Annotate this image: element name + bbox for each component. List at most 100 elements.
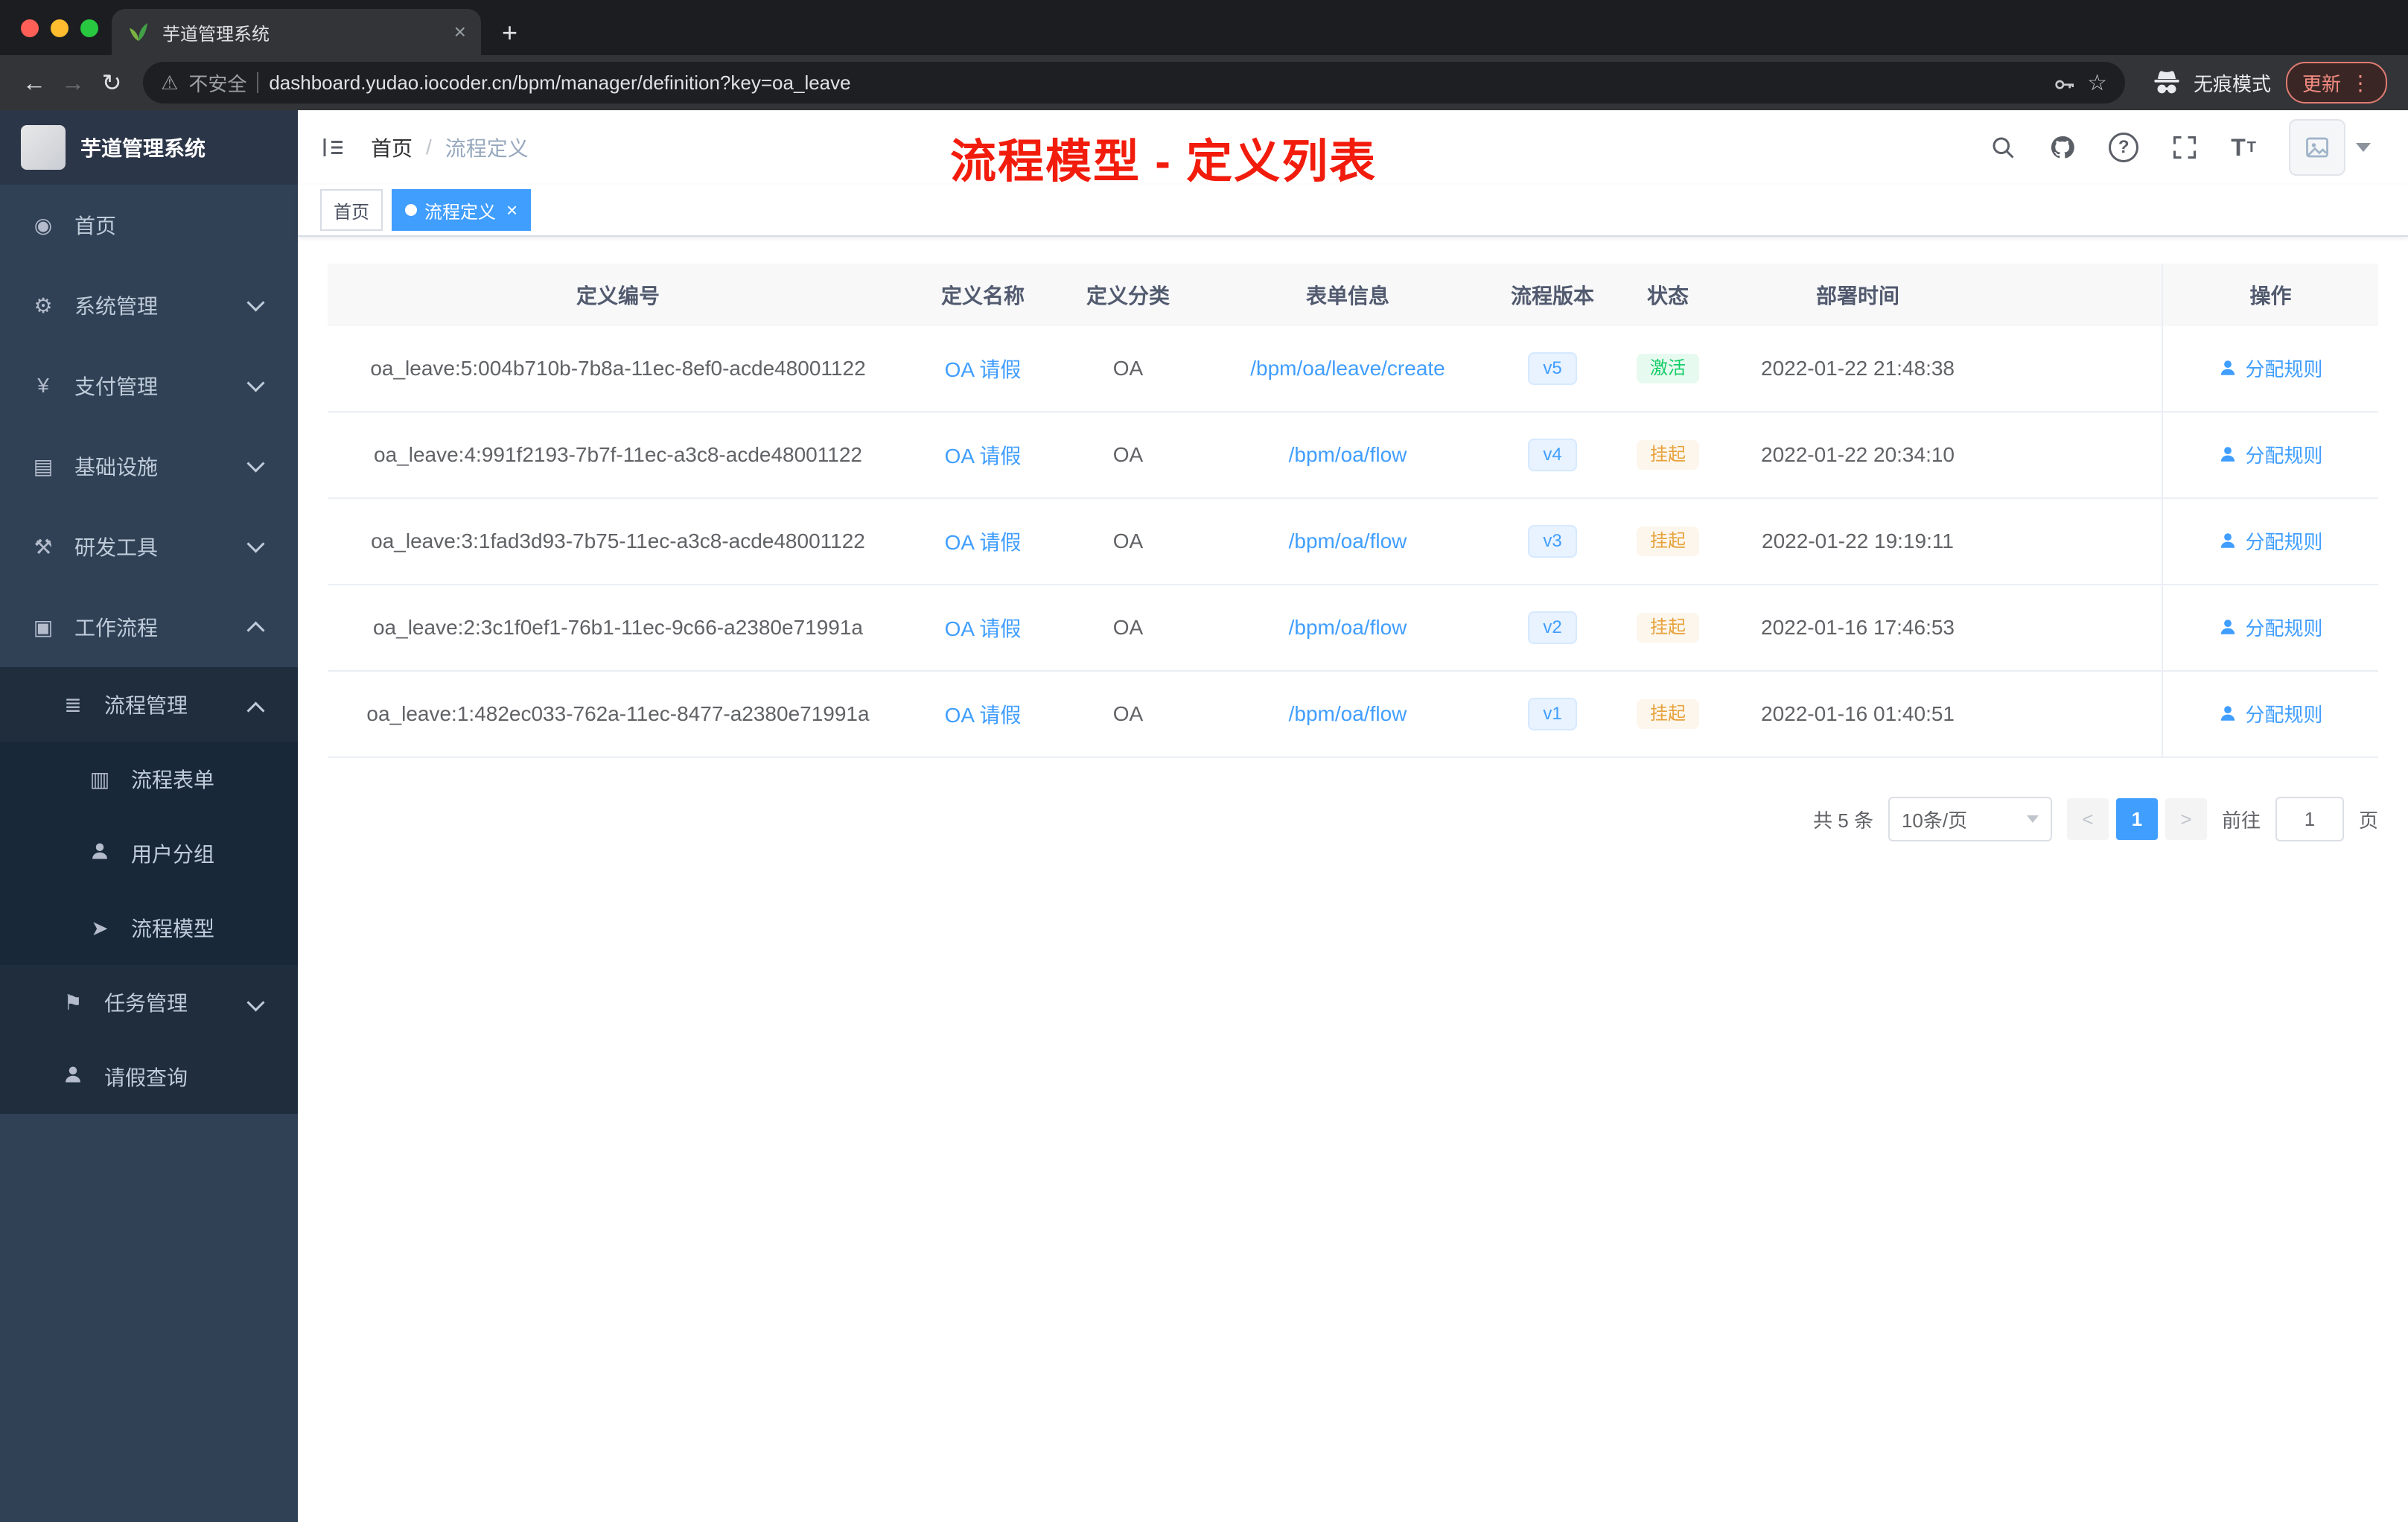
address-bar[interactable]: ⚠ 不安全 dashboard.yudao.iocoder.cn/bpm/man… bbox=[143, 62, 2125, 104]
workflow-submenu: ≣ 流程管理 ▥ 流程表单 用户分组 ➤ 流程模型 ⚑ 任务管理 请假查询 bbox=[0, 667, 298, 1114]
definition-name-link[interactable]: OA 请假 bbox=[945, 704, 1022, 727]
form-link[interactable]: /bpm/oa/leave/create bbox=[1250, 357, 1445, 380]
tag-label: 流程定义 bbox=[424, 202, 496, 223]
font-size-icon[interactable]: TT bbox=[2231, 134, 2256, 162]
tag-process-definition[interactable]: 流程定义 × bbox=[392, 189, 532, 231]
breadcrumb-home[interactable]: 首页 bbox=[371, 133, 413, 162]
definition-category: OA bbox=[1057, 671, 1199, 758]
fullscreen-icon[interactable] bbox=[2171, 134, 2198, 161]
window-controls bbox=[21, 19, 98, 37]
new-tab-button[interactable]: + bbox=[502, 19, 517, 46]
deploy-time: 2022-01-22 19:19:11 bbox=[1727, 498, 1988, 585]
next-page-button[interactable]: > bbox=[2165, 798, 2207, 840]
sidebar-item-label: 研发工具 bbox=[74, 536, 159, 559]
form-link[interactable]: /bpm/oa/flow bbox=[1289, 443, 1407, 466]
incognito-label: 无痕模式 bbox=[2193, 72, 2271, 95]
sidebar-item-workflow[interactable]: ▣ 工作流程 bbox=[0, 587, 298, 667]
breadcrumb-current: 流程定义 bbox=[445, 137, 529, 160]
refresh-button[interactable]: ↻ bbox=[92, 63, 131, 102]
col-definition-category: 定义分类 bbox=[1057, 264, 1199, 326]
definition-name-link[interactable]: OA 请假 bbox=[945, 617, 1022, 640]
minimize-window-button[interactable] bbox=[51, 19, 69, 37]
form-link[interactable]: /bpm/oa/flow bbox=[1289, 529, 1407, 553]
dashboard-icon: ◉ bbox=[34, 213, 53, 237]
assign-rule-link[interactable]: 分配规则 bbox=[2218, 700, 2323, 727]
chevron-down-icon bbox=[246, 293, 265, 312]
assign-rule-link[interactable]: 分配规则 bbox=[2218, 354, 2323, 382]
avatar[interactable] bbox=[2289, 119, 2345, 176]
sidebar-item-task-management[interactable]: ⚑ 任务管理 bbox=[0, 965, 298, 1039]
page-number-button[interactable]: 1 bbox=[2115, 798, 2158, 840]
deploy-time: 2022-01-22 21:48:38 bbox=[1727, 326, 1988, 413]
definition-name-link[interactable]: OA 请假 bbox=[945, 358, 1022, 381]
help-icon[interactable]: ? bbox=[2109, 133, 2139, 162]
definition-category: OA bbox=[1057, 585, 1199, 672]
form-link[interactable]: /bpm/oa/flow bbox=[1289, 702, 1407, 725]
table-row: oa_leave:5:004b710b-7b8a-11ec-8ef0-acde4… bbox=[328, 326, 2378, 413]
zoom-window-button[interactable] bbox=[80, 19, 98, 37]
sidebar-item-process-management[interactable]: ≣ 流程管理 bbox=[0, 667, 298, 742]
deploy-time: 2022-01-22 20:34:10 bbox=[1727, 412, 1988, 499]
goto-page-input[interactable] bbox=[2275, 797, 2344, 841]
browser-tab[interactable]: 芋道管理系统 × bbox=[112, 9, 481, 55]
person-icon bbox=[2218, 358, 2237, 378]
bookmark-star-icon[interactable]: ☆ bbox=[2087, 70, 2107, 96]
hamburger-icon[interactable] bbox=[320, 134, 347, 161]
browser-toolbar: ← → ↻ ⚠ 不安全 dashboard.yudao.iocoder.cn/b… bbox=[0, 55, 2408, 110]
chevron-up-icon bbox=[246, 621, 265, 640]
prev-page-button[interactable]: < bbox=[2066, 798, 2109, 840]
version-badge: v3 bbox=[1528, 525, 1577, 558]
assign-rule-link[interactable]: 分配规则 bbox=[2218, 527, 2323, 555]
tag-home[interactable]: 首页 bbox=[320, 189, 383, 231]
chevron-up-icon bbox=[246, 701, 265, 720]
page-size-select[interactable]: 10条/页 bbox=[1888, 797, 2052, 841]
close-window-button[interactable] bbox=[21, 19, 39, 37]
sidebar-item-infrastructure[interactable]: ▤ 基础设施 bbox=[0, 426, 298, 506]
person-icon bbox=[2218, 704, 2237, 723]
process-list-icon: ≣ bbox=[64, 692, 82, 716]
logo-image bbox=[21, 125, 66, 170]
sidebar-item-payment[interactable]: ¥ 支付管理 bbox=[0, 346, 298, 426]
definition-id: oa_leave:5:004b710b-7b8a-11ec-8ef0-acde4… bbox=[328, 326, 908, 413]
back-button[interactable]: ← bbox=[15, 63, 54, 102]
form-link[interactable]: /bpm/oa/flow bbox=[1289, 616, 1407, 639]
tab-close-icon[interactable]: × bbox=[454, 22, 466, 42]
sidebar-logo[interactable]: 芋道管理系统 bbox=[0, 110, 298, 185]
logo-title: 芋道管理系统 bbox=[80, 137, 206, 160]
definition-name-link[interactable]: OA 请假 bbox=[945, 445, 1022, 468]
filler-cell bbox=[1988, 498, 2162, 585]
sidebar-item-leave-query[interactable]: 请假查询 bbox=[0, 1039, 298, 1114]
definition-id: oa_leave:2:3c1f0ef1-76b1-11ec-9c66-a2380… bbox=[328, 585, 908, 672]
tag-label: 首页 bbox=[334, 202, 369, 223]
github-icon[interactable] bbox=[2049, 134, 2076, 161]
tab-title: 芋道管理系统 bbox=[162, 24, 270, 45]
sidebar-item-home[interactable]: ◉ 首页 bbox=[0, 185, 298, 265]
sidebar-item-process-form[interactable]: ▥ 流程表单 bbox=[0, 742, 298, 816]
sidebar-item-label: 基础设施 bbox=[74, 456, 159, 479]
user-menu[interactable] bbox=[2289, 119, 2371, 176]
search-icon[interactable] bbox=[1990, 134, 2016, 161]
assign-rule-link[interactable]: 分配规则 bbox=[2218, 614, 2323, 641]
browser-menu-icon[interactable]: ⋮ bbox=[2350, 71, 2371, 95]
chrome-update-button[interactable]: 更新 ⋮ bbox=[2285, 62, 2387, 104]
sidebar-item-system[interactable]: ⚙ 系统管理 bbox=[0, 265, 298, 346]
version-badge: v4 bbox=[1528, 439, 1577, 471]
status-badge: 挂起 bbox=[1637, 440, 1699, 470]
tag-close-icon[interactable]: × bbox=[506, 200, 517, 220]
infrastructure-icon: ▤ bbox=[33, 454, 54, 478]
definition-name-link[interactable]: OA 请假 bbox=[945, 531, 1022, 554]
caret-down-icon bbox=[2356, 143, 2371, 152]
update-label: 更新 bbox=[2302, 72, 2341, 95]
filler-cell bbox=[1988, 585, 2162, 672]
col-deploy-time: 部署时间 bbox=[1727, 264, 1988, 326]
users-icon bbox=[86, 841, 113, 867]
forward-button[interactable]: → bbox=[54, 63, 92, 102]
sidebar-item-process-model[interactable]: ➤ 流程模型 bbox=[0, 891, 298, 965]
sidebar-item-user-group[interactable]: 用户分组 bbox=[0, 816, 298, 891]
assign-rule-link[interactable]: 分配规则 bbox=[2218, 441, 2323, 468]
password-key-icon[interactable] bbox=[2053, 71, 2077, 95]
col-operations: 操作 bbox=[2162, 264, 2378, 326]
sidebar-item-devtools[interactable]: ⚒ 研发工具 bbox=[0, 506, 298, 587]
definition-id: oa_leave:3:1fad3d93-7b75-11ec-a3c8-acde4… bbox=[328, 498, 908, 585]
deploy-time: 2022-01-16 17:46:53 bbox=[1727, 585, 1988, 672]
